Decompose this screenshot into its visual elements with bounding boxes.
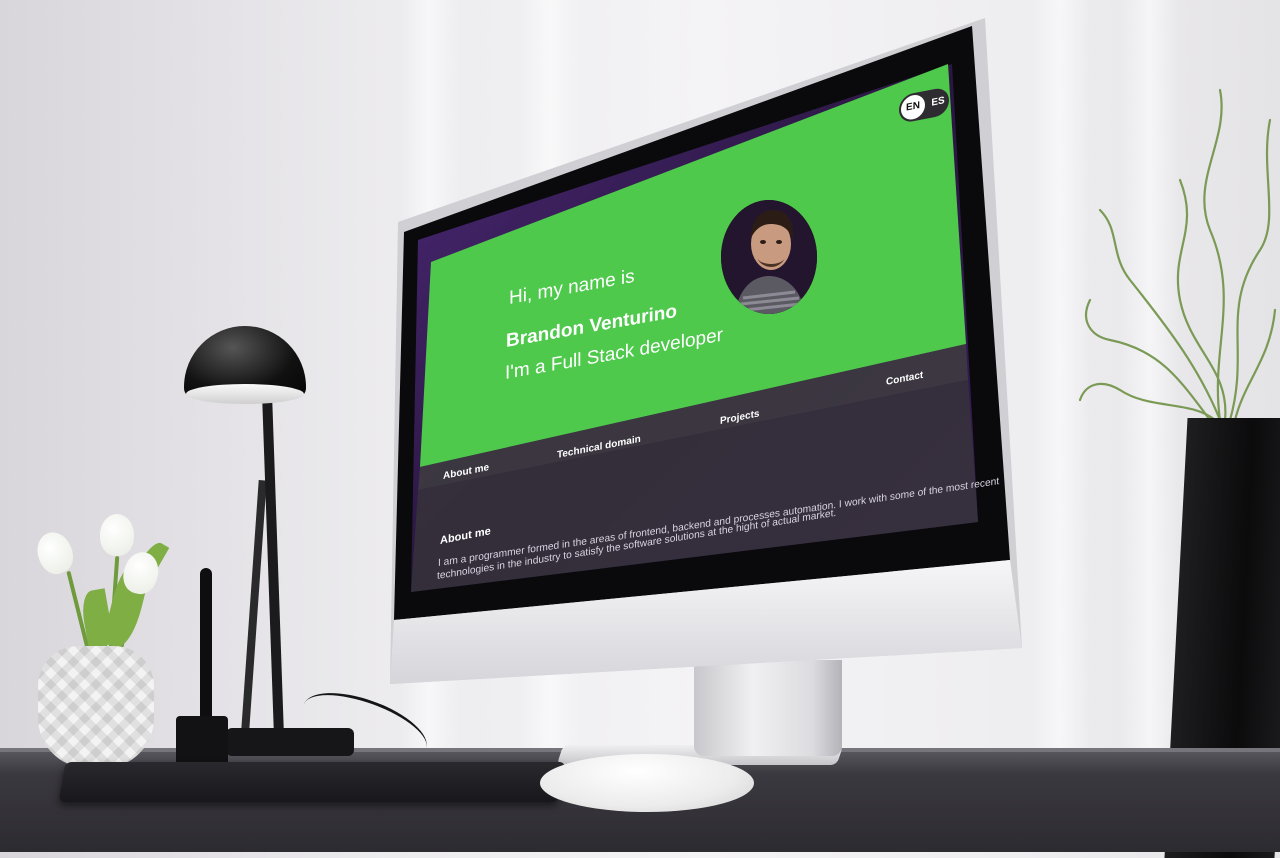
language-es-button[interactable]: ES <box>928 88 948 116</box>
monitor-stand <box>694 660 842 756</box>
lamp-rim <box>186 384 304 404</box>
lamp-base <box>226 728 354 756</box>
curtain-fold <box>520 0 580 852</box>
keyboard <box>58 762 566 802</box>
avatar <box>721 200 817 314</box>
pen-holder <box>176 716 228 766</box>
mouse <box>540 754 754 812</box>
stylus-pen <box>200 568 212 720</box>
profile-photo-icon <box>721 200 817 314</box>
vase <box>38 646 154 768</box>
plant-icon <box>1078 88 1277 422</box>
